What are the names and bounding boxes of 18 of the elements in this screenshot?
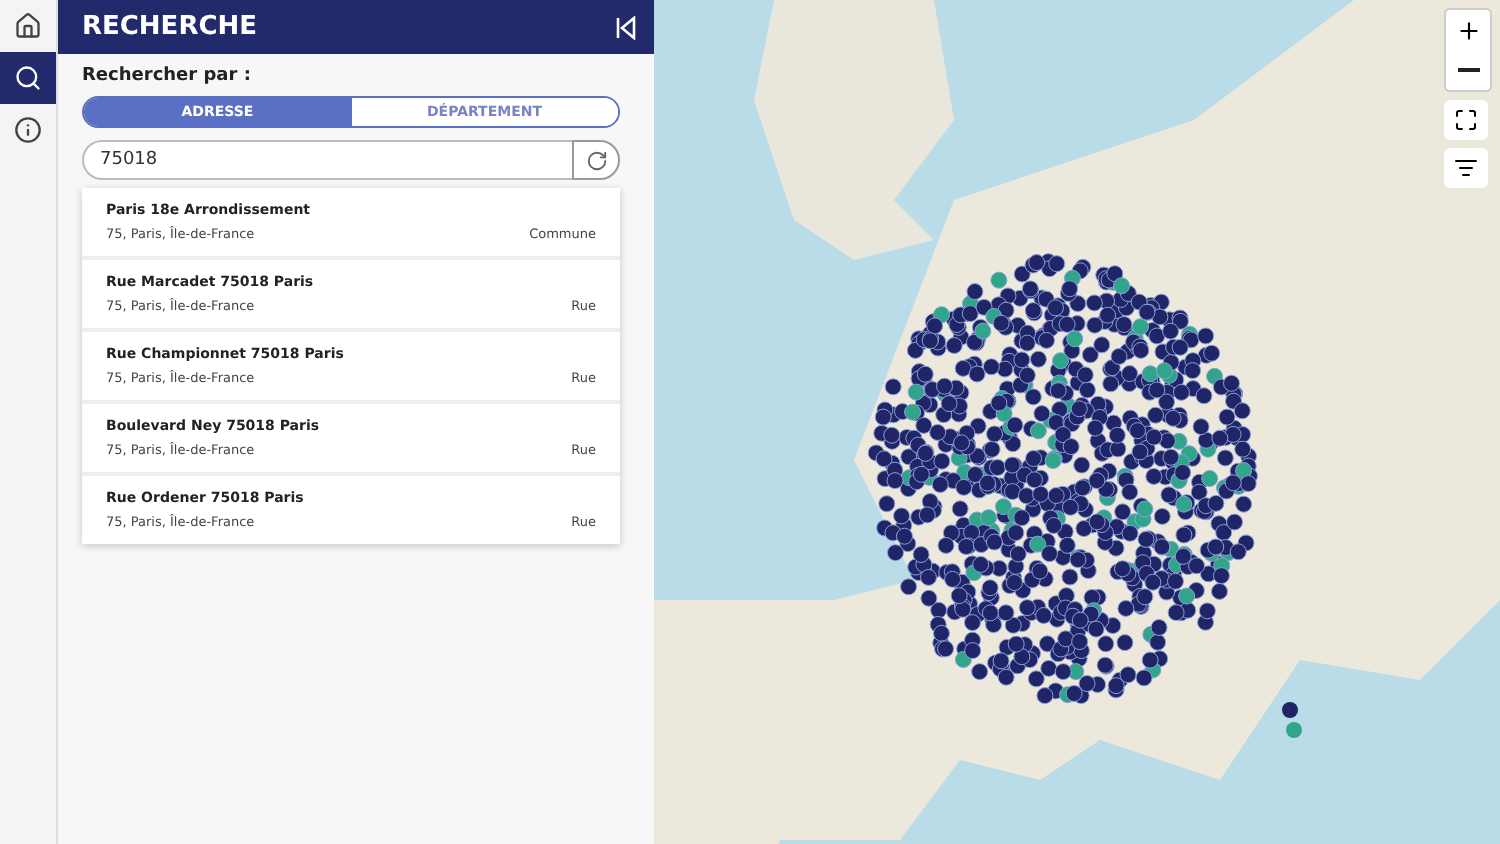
search-nav-button[interactable] xyxy=(0,52,56,104)
panel-title: RECHERCHE xyxy=(82,12,258,42)
search-field[interactable]: 75018 xyxy=(82,140,572,180)
search-icon xyxy=(14,64,42,92)
fullscreen-button[interactable] xyxy=(1444,100,1488,140)
refresh-button[interactable] xyxy=(572,140,620,180)
collapse-icon xyxy=(614,15,638,39)
fullscreen-icon xyxy=(1454,108,1478,132)
collapse-button[interactable] xyxy=(614,15,638,39)
legend-button[interactable] xyxy=(1444,148,1488,188)
minus-icon xyxy=(1457,68,1479,72)
info-icon xyxy=(14,116,42,144)
home-icon xyxy=(14,12,42,40)
search-by-label: Rechercher par : xyxy=(82,66,253,86)
list-icon xyxy=(1454,156,1478,180)
refresh-icon xyxy=(585,149,607,171)
map-drawing[interactable] xyxy=(654,0,1500,844)
plus-icon xyxy=(1455,17,1481,43)
